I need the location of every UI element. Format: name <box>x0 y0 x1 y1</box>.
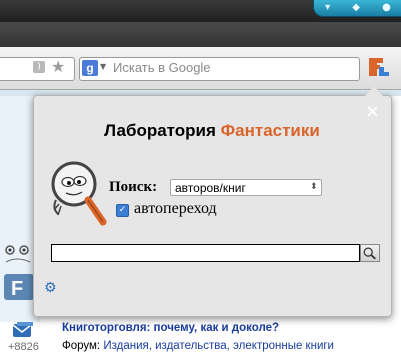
chevron-updown-icon[interactable]: ⬍ <box>310 181 318 193</box>
search-engine-dropdown-icon[interactable]: ▼ <box>100 62 106 71</box>
close-popup-icon[interactable]: ✕ <box>365 104 380 122</box>
bookmark-star-icon[interactable]: ★ <box>51 58 65 76</box>
search-type-select[interactable]: авторов/книг <box>170 179 322 196</box>
news-forum-line: Форум: Издания, издательства, электронны… <box>62 340 334 352</box>
search-type-label: Поиск: <box>109 179 158 195</box>
query-input[interactable] <box>51 244 360 262</box>
message-count: +8826 <box>8 341 39 353</box>
forum-link[interactable]: Издания, издательства, электронные книги <box>103 340 334 352</box>
google-icon[interactable]: g <box>82 60 98 76</box>
fantlab-extension-icon[interactable] <box>367 55 391 79</box>
tab-strip <box>0 22 401 47</box>
window-controls: ▾ ◆ ● <box>313 0 401 17</box>
news-title-link[interactable]: Книготорговля: почему, как и доколе? <box>62 322 279 334</box>
maximize-icon[interactable]: ◆ <box>352 1 360 15</box>
popup-pointer <box>365 86 383 96</box>
brand-part1: Лаборатория <box>104 121 221 140</box>
messages-icon[interactable] <box>12 321 34 339</box>
search-button[interactable] <box>360 244 380 262</box>
minimize-icon[interactable]: ▾ <box>325 1 330 15</box>
search-placeholder[interactable]: Искать в Google <box>113 59 211 77</box>
autojump-label[interactable]: автопереход <box>134 200 217 218</box>
settings-gear-icon[interactable]: ⚙ <box>44 281 57 295</box>
magnifier-logo-icon <box>51 161 107 226</box>
brand-part2: Фантастики <box>220 121 320 140</box>
rss-icon[interactable]: ) <box>33 61 45 73</box>
forum-label: Форум: <box>62 340 101 352</box>
popup-brand-title: Лаборатория Фантастики <box>33 121 391 141</box>
autojump-checkbox[interactable]: ✓ <box>116 204 129 217</box>
svg-text:F: F <box>11 278 23 300</box>
close-window-icon[interactable]: ● <box>382 1 391 15</box>
